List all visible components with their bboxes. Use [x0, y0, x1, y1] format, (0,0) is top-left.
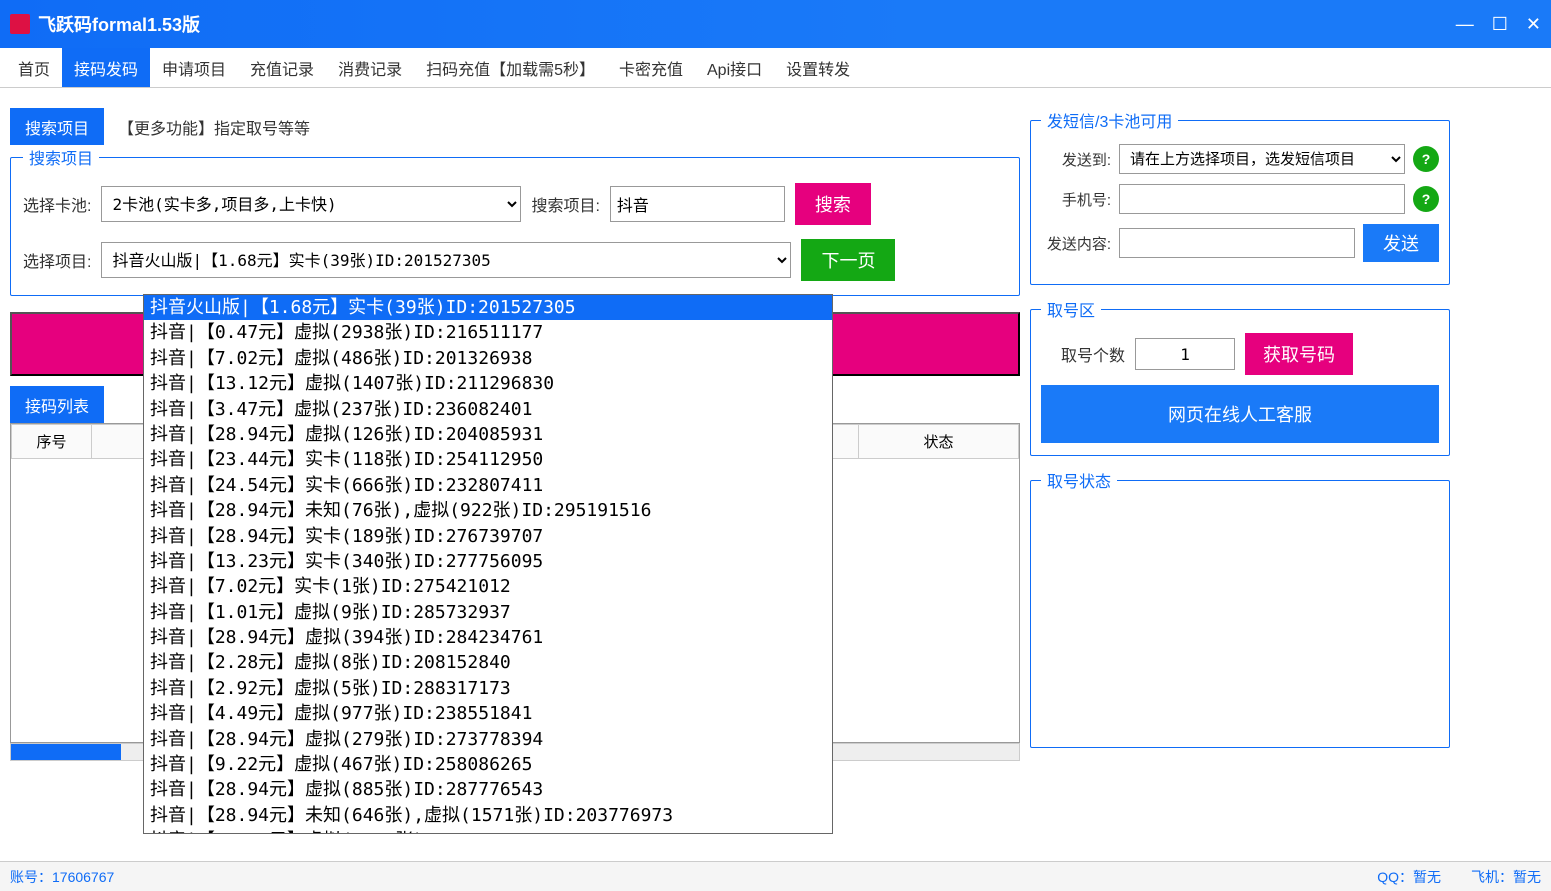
search-button[interactable]: 搜索 [795, 183, 871, 225]
menu-item-7[interactable]: Api接口 [695, 48, 774, 87]
table-header: 状态 [859, 425, 1019, 459]
next-page-button[interactable]: 下一页 [801, 239, 895, 281]
pool-select[interactable]: 2卡池(实卡多,项目多,上卡快) [101, 186, 521, 222]
dropdown-option[interactable]: 抖音|【28.94元】未知(646张),虚拟(1571张)ID:20377697… [144, 803, 832, 828]
qty-input[interactable] [1135, 338, 1235, 370]
tab-more-functions[interactable]: 【更多功能】指定取号等等 [104, 109, 324, 145]
qty-label: 取号个数 [1061, 342, 1125, 366]
account-label: 账号： [10, 869, 52, 885]
sms-send-button[interactable]: 发送 [1363, 224, 1439, 262]
table-header: 序号 [12, 425, 92, 459]
fly-value: 暂无 [1513, 869, 1541, 885]
dropdown-option[interactable]: 抖音|【3.47元】虚拟(237张)ID:236082401 [144, 397, 832, 422]
sms-legend: 发短信/3卡池可用 [1041, 108, 1178, 132]
menu-item-4[interactable]: 消费记录 [326, 48, 414, 87]
search-term-input[interactable] [610, 186, 785, 222]
menu-item-8[interactable]: 设置转发 [774, 48, 862, 87]
sms-to-label: 发送到: [1041, 149, 1111, 170]
customer-service-button[interactable]: 网页在线人工客服 [1041, 385, 1439, 443]
menu-item-5[interactable]: 扫码充值【加载需5秒】 [414, 48, 607, 87]
sms-content-input[interactable] [1119, 228, 1355, 258]
sms-phone-input[interactable] [1119, 184, 1405, 214]
dropdown-option[interactable]: 抖音|【9.22元】虚拟(467张)ID:258086265 [144, 752, 832, 777]
fly-label: 飞机： [1471, 869, 1513, 885]
dropdown-option[interactable]: 抖音|【0.47元】虚拟(2938张)ID:216511177 [144, 320, 832, 345]
account-value: 17606767 [52, 869, 114, 885]
app-title: 飞跃码formal1.53版 [38, 11, 200, 37]
dropdown-option[interactable]: 抖音|【28.94元】虚拟(126张)ID:204085931 [144, 422, 832, 447]
dropdown-option[interactable]: 抖音|【1.01元】虚拟(9张)ID:285732937 [144, 600, 832, 625]
project-label: 选择项目: [23, 248, 91, 272]
help-icon[interactable]: ? [1413, 186, 1439, 212]
statusbar: 账号：17606767 QQ：暂无 飞机：暂无 [0, 861, 1551, 891]
dropdown-option[interactable]: 抖音|【19.14元】虚拟(1044张)ID:226475557 [144, 828, 832, 834]
menu-item-0[interactable]: 首页 [6, 48, 62, 87]
dropdown-option[interactable]: 抖音|【4.49元】虚拟(977张)ID:238551841 [144, 701, 832, 726]
qq-label: QQ： [1377, 869, 1413, 885]
dropdown-option[interactable]: 抖音|【28.94元】虚拟(279张)ID:273778394 [144, 727, 832, 752]
dropdown-option[interactable]: 抖音火山版|【1.68元】实卡(39张)ID:201527305 [144, 295, 832, 320]
send-sms-group: 发短信/3卡池可用 发送到: 请在上方选择项目，选发短信项目 ? 手机号: ? … [1030, 108, 1450, 285]
window-controls: — ☐ ✕ [1456, 0, 1541, 48]
menu-item-1[interactable]: 接码发码 [62, 48, 150, 87]
sms-content-label: 发送内容: [1041, 233, 1111, 254]
sms-to-select[interactable]: 请在上方选择项目，选发短信项目 [1119, 144, 1405, 174]
maximize-button[interactable]: ☐ [1492, 14, 1508, 35]
menu-item-3[interactable]: 充值记录 [238, 48, 326, 87]
search-project-group: 搜索项目 选择卡池: 2卡池(实卡多,项目多,上卡快) 搜索项目: 搜索 选择项… [10, 145, 1020, 296]
tab-search-project[interactable]: 搜索项目 [10, 108, 104, 145]
project-select[interactable]: 抖音火山版|【1.68元】实卡(39张)ID:201527305 [101, 242, 791, 278]
dropdown-option[interactable]: 抖音|【28.94元】虚拟(885张)ID:287776543 [144, 777, 832, 802]
search-legend: 搜索项目 [23, 145, 99, 169]
dropdown-option[interactable]: 抖音|【7.02元】实卡(1张)ID:275421012 [144, 574, 832, 599]
dropdown-option[interactable]: 抖音|【7.02元】虚拟(486张)ID:201326938 [144, 346, 832, 371]
dropdown-option[interactable]: 抖音|【13.23元】实卡(340张)ID:277756095 [144, 549, 832, 574]
get-status-group: 取号状态 [1030, 468, 1450, 748]
dropdown-option[interactable]: 抖音|【2.92元】虚拟(5张)ID:288317173 [144, 676, 832, 701]
getnum-legend: 取号区 [1041, 297, 1101, 321]
minimize-button[interactable]: — [1456, 14, 1474, 35]
get-number-button[interactable]: 获取号码 [1245, 333, 1353, 375]
sms-phone-label: 手机号: [1041, 189, 1111, 210]
dropdown-option[interactable]: 抖音|【23.44元】实卡(118张)ID:254112950 [144, 447, 832, 472]
dropdown-option[interactable]: 抖音|【13.12元】虚拟(1407张)ID:211296830 [144, 371, 832, 396]
search-term-label: 搜索项目: [531, 192, 599, 216]
dropdown-option[interactable]: 抖音|【2.28元】虚拟(8张)ID:208152840 [144, 650, 832, 675]
close-button[interactable]: ✕ [1526, 14, 1541, 35]
receive-list-tab[interactable]: 接码列表 [10, 386, 104, 423]
project-dropdown-list[interactable]: 抖音火山版|【1.68元】实卡(39张)ID:201527305抖音|【0.47… [143, 294, 833, 834]
status-legend: 取号状态 [1041, 468, 1117, 492]
titlebar: 飞跃码formal1.53版 — ☐ ✕ [0, 0, 1551, 48]
menu-item-6[interactable]: 卡密充值 [607, 48, 695, 87]
help-icon[interactable]: ? [1413, 146, 1439, 172]
pool-label: 选择卡池: [23, 192, 91, 216]
menu-item-2[interactable]: 申请项目 [150, 48, 238, 87]
menubar: 首页接码发码申请项目充值记录消费记录扫码充值【加载需5秒】卡密充值Api接口设置… [0, 48, 1551, 88]
qq-value: 暂无 [1413, 869, 1441, 885]
dropdown-option[interactable]: 抖音|【28.94元】未知(76张),虚拟(922张)ID:295191516 [144, 498, 832, 523]
get-number-group: 取号区 取号个数 获取号码 网页在线人工客服 [1030, 297, 1450, 456]
app-icon [10, 14, 30, 34]
dropdown-option[interactable]: 抖音|【24.54元】实卡(666张)ID:232807411 [144, 473, 832, 498]
dropdown-option[interactable]: 抖音|【28.94元】实卡(189张)ID:276739707 [144, 524, 832, 549]
dropdown-option[interactable]: 抖音|【28.94元】虚拟(394张)ID:284234761 [144, 625, 832, 650]
